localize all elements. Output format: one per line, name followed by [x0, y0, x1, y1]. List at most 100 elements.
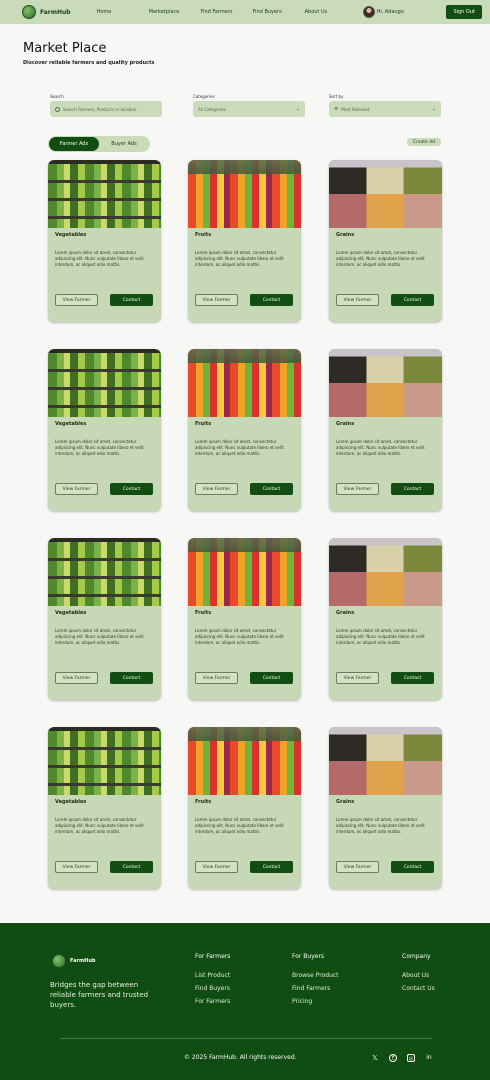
contact-button[interactable]: Contact	[110, 483, 153, 495]
sign-out-label: Sign Out	[453, 9, 475, 15]
top-nav: FarmHub Home Marketplace Find Farmers Fi…	[0, 0, 490, 24]
view-farmer-button[interactable]: View Farmer	[336, 672, 379, 684]
search-input[interactable]: Search Farmers, Products or location	[50, 101, 162, 117]
contact-button[interactable]: Contact	[110, 672, 153, 684]
footer-link[interactable]: List Product	[195, 972, 230, 979]
product-card[interactable]: Fruits Lorem ipsum dolor sit amet, consec…	[188, 727, 301, 889]
instagram-icon[interactable]: ◎	[407, 1054, 415, 1062]
sort-select[interactable]: ≡ Most Relevant ⌄	[329, 101, 441, 117]
category-select[interactable]: All Categories ⌄	[193, 101, 305, 117]
contact-button[interactable]: Contact	[250, 483, 293, 495]
product-card[interactable]: Vegetables Lorem ipsum dolor sit amet, co…	[48, 349, 161, 511]
copyright: © 2025 FarmHub. All rights reserved.	[184, 1054, 297, 1061]
contact-button[interactable]: Contact	[110, 861, 153, 873]
view-farmer-button[interactable]: View Farmer	[336, 294, 379, 306]
brand-logo[interactable]: FarmHub	[22, 5, 71, 19]
facebook-icon[interactable]: f	[389, 1054, 397, 1062]
footer: FarmHub Bridges the gap between reliable…	[0, 923, 490, 1080]
sort-filter: Sort by ≡ Most Relevant ⌄	[329, 94, 441, 117]
product-description: Lorem ipsum dolor sit amet, consectetur …	[336, 439, 425, 456]
product-card[interactable]: Vegetables Lorem ipsum dolor sit amet, co…	[48, 538, 161, 700]
product-name: Grains	[336, 421, 355, 427]
footer-link[interactable]: Pricing	[292, 998, 339, 1005]
ads-toggle: Farmer Ads Buyer Ads	[48, 136, 150, 152]
search-icon	[55, 106, 60, 112]
search-placeholder: Search Farmers, Products or location	[63, 106, 137, 112]
product-name: Fruits	[195, 799, 212, 805]
view-farmer-button[interactable]: View Farmer	[55, 294, 98, 306]
contact-button[interactable]: Contact	[250, 861, 293, 873]
product-card[interactable]: Vegetables Lorem ipsum dolor sit amet, co…	[48, 160, 161, 322]
footer-logo[interactable]: FarmHub	[52, 954, 96, 968]
view-farmer-button[interactable]: View Farmer	[195, 294, 238, 306]
view-farmer-button[interactable]: View Farmer	[195, 483, 238, 495]
product-description: Lorem ipsum dolor sit amet, consectetur …	[55, 817, 144, 834]
product-card[interactable]: Fruits Lorem ipsum dolor sit amet, consec…	[188, 160, 301, 322]
nav-links: Home Marketplace Find Farmers Find Buyer…	[97, 9, 357, 15]
product-description: Lorem ipsum dolor sit amet, consectetur …	[195, 628, 284, 645]
product-card[interactable]: Grains Lorem ipsum dolor sit amet, consec…	[329, 160, 442, 322]
product-card[interactable]: Grains Lorem ipsum dolor sit amet, consec…	[329, 727, 442, 889]
product-image	[329, 160, 442, 228]
product-description: Lorem ipsum dolor sit amet, consectetur …	[336, 628, 425, 645]
avatar	[362, 6, 375, 18]
product-image	[188, 160, 301, 228]
category-label: Categories	[193, 94, 215, 99]
tab-buyer-ads[interactable]: Buyer Ads	[99, 137, 149, 151]
contact-button[interactable]: Contact	[110, 294, 153, 306]
product-image	[329, 349, 442, 417]
product-image	[48, 349, 161, 417]
footer-link[interactable]: Find Farmers	[292, 985, 339, 992]
chevron-down-icon: ⌄	[295, 106, 300, 112]
footer-link[interactable]: Contact Us	[402, 985, 435, 992]
product-card[interactable]: Fruits Lorem ipsum dolor sit amet, consec…	[188, 349, 301, 511]
product-image	[48, 727, 161, 795]
linkedin-icon[interactable]: in	[425, 1054, 433, 1062]
sign-out-button[interactable]: Sign Out	[446, 5, 482, 19]
view-farmer-button[interactable]: View Farmer	[55, 483, 98, 495]
sort-icon: ≡	[334, 106, 339, 112]
view-farmer-button[interactable]: View Farmer	[195, 861, 238, 873]
product-card[interactable]: Fruits Lorem ipsum dolor sit amet, consec…	[188, 538, 301, 700]
product-name: Fruits	[195, 421, 212, 427]
footer-link[interactable]: For Farmers	[195, 998, 230, 1005]
product-description: Lorem ipsum dolor sit amet, consectetur …	[336, 250, 425, 267]
contact-button[interactable]: Contact	[250, 294, 293, 306]
contact-button[interactable]: Contact	[391, 483, 434, 495]
page-subtitle: Discover reliable farmers and quality pr…	[23, 60, 155, 66]
product-card[interactable]: Vegetables Lorem ipsum dolor sit amet, co…	[48, 727, 161, 889]
footer-tagline: Bridges the gap between reliable farmers…	[50, 981, 149, 1009]
footer-link[interactable]: About Us	[402, 972, 435, 979]
product-card[interactable]: Grains Lorem ipsum dolor sit amet, consec…	[329, 349, 442, 511]
nav-link-about-us[interactable]: About Us	[305, 9, 357, 15]
sort-label: Sort by	[329, 94, 344, 99]
nav-link-home[interactable]: Home	[97, 9, 149, 15]
contact-button[interactable]: Contact	[250, 672, 293, 684]
x-icon[interactable]: 𝕏	[371, 1054, 379, 1062]
footer-col-title: Company	[402, 953, 431, 960]
view-farmer-button[interactable]: View Farmer	[55, 861, 98, 873]
product-card[interactable]: Grains Lorem ipsum dolor sit amet, consec…	[329, 538, 442, 700]
product-image	[188, 349, 301, 417]
user-menu[interactable]: Hi, Adaugo	[362, 6, 404, 18]
page-title: Market Place	[23, 41, 107, 56]
view-farmer-button[interactable]: View Farmer	[336, 861, 379, 873]
chevron-down-icon: ⌄	[431, 106, 436, 112]
footer-divider	[60, 1038, 432, 1039]
nav-link-find-farmers[interactable]: Find Farmers	[201, 9, 253, 15]
view-farmer-button[interactable]: View Farmer	[336, 483, 379, 495]
product-name: Fruits	[195, 610, 212, 616]
search-filter: Search Search Farmers, Products or locat…	[50, 94, 162, 117]
nav-link-marketplace[interactable]: Marketplace	[149, 9, 201, 15]
footer-link[interactable]: Find Buyers	[195, 985, 230, 992]
create-ad-button[interactable]: Create Ad	[407, 138, 441, 146]
contact-button[interactable]: Contact	[391, 861, 434, 873]
view-farmer-button[interactable]: View Farmer	[195, 672, 238, 684]
view-farmer-button[interactable]: View Farmer	[55, 672, 98, 684]
footer-link[interactable]: Browse Product	[292, 972, 339, 979]
nav-link-find-buyers[interactable]: Find Buyers	[253, 9, 305, 15]
tab-farmer-ads[interactable]: Farmer Ads	[49, 137, 99, 151]
contact-button[interactable]: Contact	[391, 672, 434, 684]
contact-button[interactable]: Contact	[391, 294, 434, 306]
product-name: Grains	[336, 610, 355, 616]
